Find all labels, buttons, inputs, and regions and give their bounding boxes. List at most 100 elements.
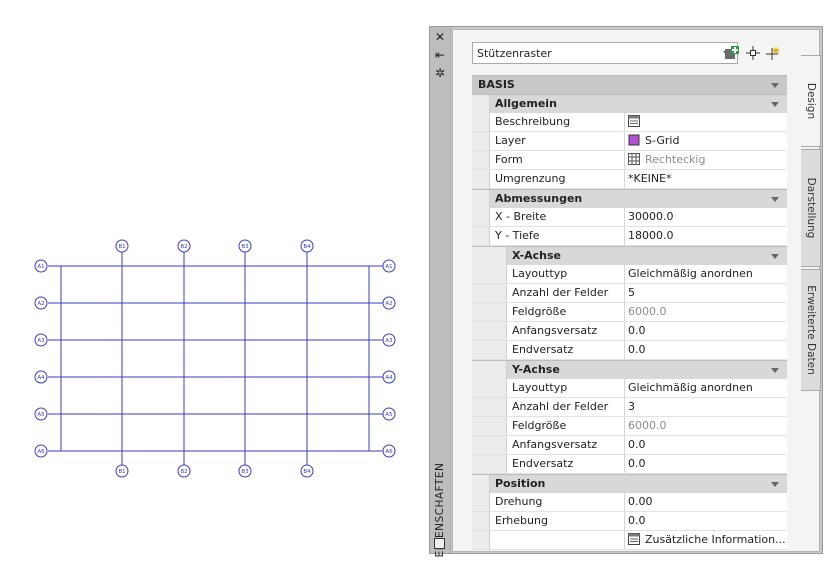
indent-bar (472, 303, 490, 321)
property-value-text: 0.0 (628, 514, 646, 527)
property-row[interactable]: Layouttyp Gleichmäßig anordnen (472, 265, 787, 284)
indent-bar (489, 455, 507, 473)
select-objects-icon[interactable] (745, 45, 761, 61)
grid-bubble-label: A5 (385, 412, 393, 418)
property-value[interactable]: 0.0 (628, 438, 646, 451)
property-value[interactable]: 0.0 (628, 514, 646, 527)
indent-bar (472, 170, 490, 188)
section-label: Allgemein (495, 97, 557, 110)
property-value-text: *KEINE* (628, 172, 672, 185)
property-row[interactable]: Anzahl der Felder 3 (472, 398, 787, 417)
grid-bubble-label: B1 (118, 469, 125, 475)
indent-bar (489, 379, 507, 397)
chevron-down-icon[interactable] (771, 482, 779, 487)
section-header[interactable]: X-Achse (472, 246, 787, 265)
property-label: Umgrenzung (495, 172, 566, 185)
property-value[interactable]: 3 (628, 400, 635, 413)
property-value-text: Gleichmäßig anordnen (628, 267, 753, 280)
section-label: X-Achse (512, 249, 562, 262)
section-label: Position (495, 477, 546, 490)
property-row[interactable]: Layer S-Grid (472, 132, 787, 151)
property-row[interactable]: Beschreibung (472, 113, 787, 132)
property-value[interactable]: Rechteckig (628, 153, 705, 166)
property-value[interactable]: Zusätzliche Information... (628, 533, 786, 546)
property-row[interactable]: Feldgröße 6000.0 (472, 417, 787, 436)
property-name: Drehung (489, 493, 625, 511)
property-value-text: 5 (628, 286, 635, 299)
property-value[interactable]: 6000.0 (628, 419, 667, 432)
property-value[interactable]: *KEINE* (628, 172, 672, 185)
object-type-select[interactable]: Stützenraster (472, 42, 738, 64)
section-header[interactable]: Allgemein (472, 94, 787, 113)
property-row[interactable]: Endversatz 0.0 (472, 455, 787, 474)
property-value[interactable]: S-Grid (628, 134, 679, 147)
property-row[interactable]: Anzahl der Felder 5 (472, 284, 787, 303)
chevron-down-icon[interactable] (771, 368, 779, 373)
property-row[interactable]: Feldgröße 6000.0 (472, 303, 787, 322)
palette-menu-icon[interactable] (434, 538, 445, 549)
property-row[interactable]: X - Breite 30000.0 (472, 208, 787, 227)
indent-bar (472, 284, 490, 302)
section-header[interactable]: Y-Achse (472, 360, 787, 379)
section-header[interactable]: Position (472, 474, 787, 493)
indent-bar (472, 190, 490, 208)
section-header[interactable]: BASIS (472, 75, 787, 94)
property-value[interactable]: 0.00 (628, 495, 653, 508)
tab-darstellung[interactable]: Darstellung (801, 149, 821, 267)
property-value-text: 6000.0 (628, 305, 667, 318)
property-value[interactable]: Gleichmäßig anordnen (628, 267, 753, 280)
property-value[interactable]: 18000.0 (628, 229, 674, 242)
section-header[interactable]: Abmessungen (472, 189, 787, 208)
indent-bar (489, 247, 507, 265)
autohide-icon[interactable]: ⇤ (433, 48, 447, 62)
property-value[interactable]: 0.0 (628, 324, 646, 337)
property-value[interactable]: 0.0 (628, 457, 646, 470)
chevron-down-icon[interactable] (771, 102, 779, 107)
indent-bar (472, 265, 490, 283)
quick-select-icon[interactable] (766, 45, 782, 61)
indent-bar (472, 379, 490, 397)
chevron-down-icon[interactable] (771, 197, 779, 202)
tab-design[interactable]: Design (801, 55, 821, 147)
property-value[interactable] (628, 115, 645, 128)
property-row[interactable]: Erhebung 0.0 (472, 512, 787, 531)
property-label: Anfangsversatz (512, 438, 598, 451)
settings-icon[interactable]: ✲ (433, 66, 447, 80)
property-value[interactable]: Gleichmäßig anordnen (628, 381, 753, 394)
property-row[interactable]: Layouttyp Gleichmäßig anordnen (472, 379, 787, 398)
property-row[interactable]: Umgrenzung *KEINE* (472, 170, 787, 189)
property-row[interactable]: Endversatz 0.0 (472, 341, 787, 360)
chevron-down-icon[interactable] (771, 254, 779, 259)
property-name (489, 531, 625, 549)
property-name: Form (489, 151, 625, 169)
close-icon[interactable]: ✕ (433, 30, 447, 44)
property-row[interactable]: Form Rechteckig (472, 151, 787, 170)
indent-bar (472, 455, 490, 473)
palette-titlebar[interactable]: ✕ ⇤ ✲ EIGENSCHAFTEN (430, 27, 451, 557)
property-value[interactable]: 6000.0 (628, 305, 667, 318)
property-label: Erhebung (495, 514, 548, 527)
property-row[interactable]: Anfangsversatz 0.0 (472, 322, 787, 341)
indent-bar (472, 113, 490, 131)
add-selection-icon[interactable] (724, 45, 740, 61)
grid-bubble-label: A6 (385, 449, 393, 455)
chevron-down-icon[interactable] (771, 83, 779, 88)
property-row[interactable]: Drehung 0.00 (472, 493, 787, 512)
property-value[interactable]: 5 (628, 286, 635, 299)
property-name: Y - Tiefe (489, 227, 625, 245)
property-grid: BASIS Allgemein Beschreibung Layer S-Grid For… (472, 75, 787, 550)
property-label: Anzahl der Felder (512, 286, 609, 299)
property-value[interactable]: 30000.0 (628, 210, 674, 223)
indent-bar (472, 398, 490, 416)
property-value[interactable]: 0.0 (628, 343, 646, 356)
property-name: Beschreibung (489, 113, 625, 131)
property-row[interactable]: Y - Tiefe 18000.0 (472, 227, 787, 246)
property-value-text: 0.0 (628, 324, 646, 337)
property-row[interactable]: Anfangsversatz 0.0 (472, 436, 787, 455)
property-label: Form (495, 153, 523, 166)
tab-erweiterte-daten[interactable]: Erweiterte Daten (801, 269, 821, 391)
property-row[interactable]: Zusätzliche Information... (472, 531, 787, 550)
indent-bar (472, 151, 490, 169)
grid-bubble-label: A2 (385, 301, 392, 307)
indent-bar (472, 132, 490, 150)
